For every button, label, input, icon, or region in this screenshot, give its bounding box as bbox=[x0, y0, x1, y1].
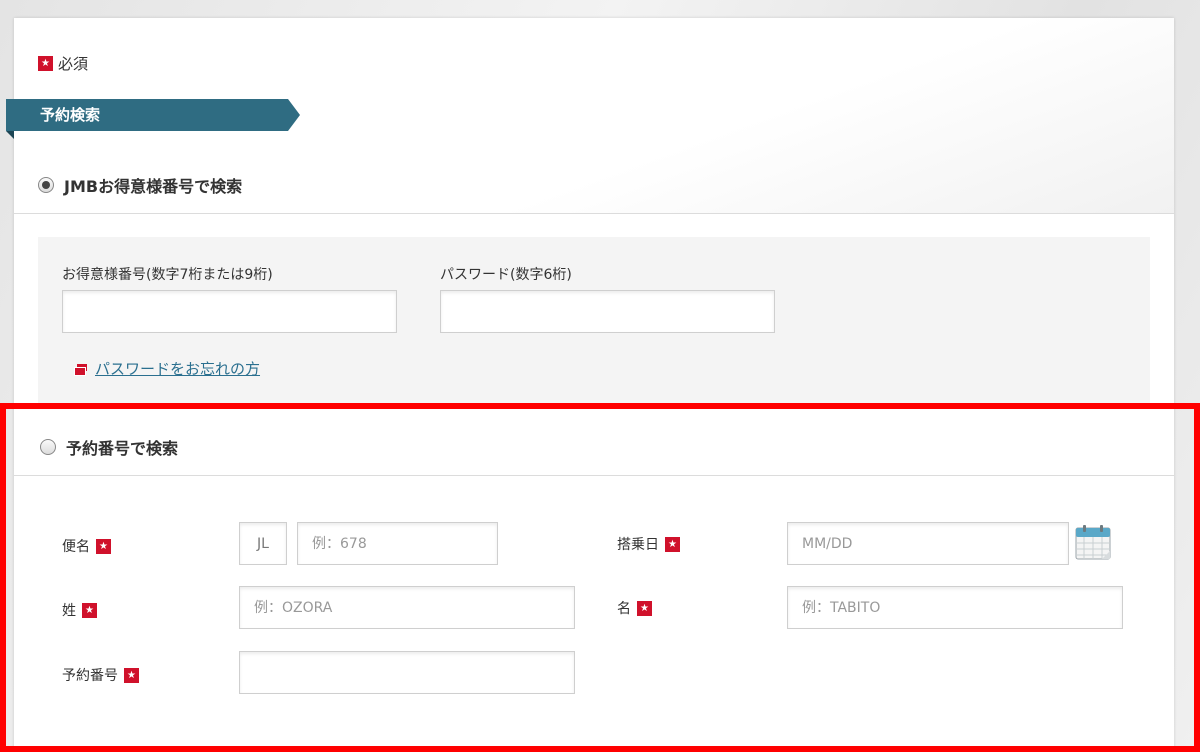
last-name-input[interactable] bbox=[239, 586, 575, 629]
password-label: パスワード(数字6桁) bbox=[440, 267, 572, 283]
window-link-icon bbox=[74, 363, 87, 376]
boarding-date-input[interactable] bbox=[787, 522, 1069, 565]
flight-number-label-text: 便名 bbox=[62, 539, 90, 555]
required-legend-label: 必須 bbox=[58, 55, 89, 73]
jmb-radio-label: JMBお得意様番号で検索 bbox=[64, 177, 243, 196]
booking-search-option[interactable]: 予約番号で検索 bbox=[40, 435, 178, 459]
flight-number-input[interactable] bbox=[297, 522, 498, 565]
first-name-label-text: 名 bbox=[617, 601, 631, 617]
flight-number-label: 便名 ★ bbox=[62, 536, 111, 556]
calendar-icon[interactable] bbox=[1075, 524, 1111, 560]
last-name-label: 姓 ★ bbox=[62, 600, 97, 620]
jmb-divider bbox=[14, 213, 1174, 214]
member-number-label: お得意様番号(数字7桁または9桁) bbox=[62, 267, 273, 283]
forgot-password-text: パスワードをお忘れの方 bbox=[95, 360, 261, 378]
required-star-icon: ★ bbox=[637, 600, 652, 616]
required-star-icon: ★ bbox=[124, 667, 139, 683]
last-name-label-text: 姓 bbox=[62, 603, 76, 619]
airline-code-prefix: JL bbox=[239, 522, 287, 565]
required-legend: ★ 必須 bbox=[38, 53, 88, 74]
first-name-input[interactable] bbox=[787, 586, 1123, 629]
jmb-search-option[interactable]: JMBお得意様番号で検索 bbox=[38, 173, 242, 197]
jmb-radio-button[interactable] bbox=[38, 177, 54, 193]
boarding-date-label: 搭乗日 ★ bbox=[617, 534, 680, 554]
booking-divider bbox=[14, 475, 1174, 476]
section-title-banner: 予約検索 bbox=[6, 99, 300, 131]
booking-radio-button[interactable] bbox=[40, 439, 56, 455]
required-star-icon: ★ bbox=[665, 536, 680, 552]
banner-fold bbox=[6, 131, 14, 139]
booking-number-label-text: 予約番号 bbox=[62, 668, 118, 684]
required-star-icon: ★ bbox=[82, 602, 97, 618]
boarding-date-label-text: 搭乗日 bbox=[617, 537, 659, 553]
booking-number-label: 予約番号 ★ bbox=[62, 665, 139, 685]
booking-number-input[interactable] bbox=[239, 651, 575, 694]
first-name-label: 名 ★ bbox=[617, 598, 652, 618]
required-star-icon: ★ bbox=[96, 538, 111, 554]
booking-radio-label: 予約番号で検索 bbox=[66, 439, 179, 458]
required-star-icon: ★ bbox=[38, 56, 53, 71]
member-number-input[interactable] bbox=[62, 290, 397, 333]
forgot-password-link[interactable]: パスワードをお忘れの方 bbox=[74, 358, 260, 379]
password-input[interactable] bbox=[440, 290, 775, 333]
